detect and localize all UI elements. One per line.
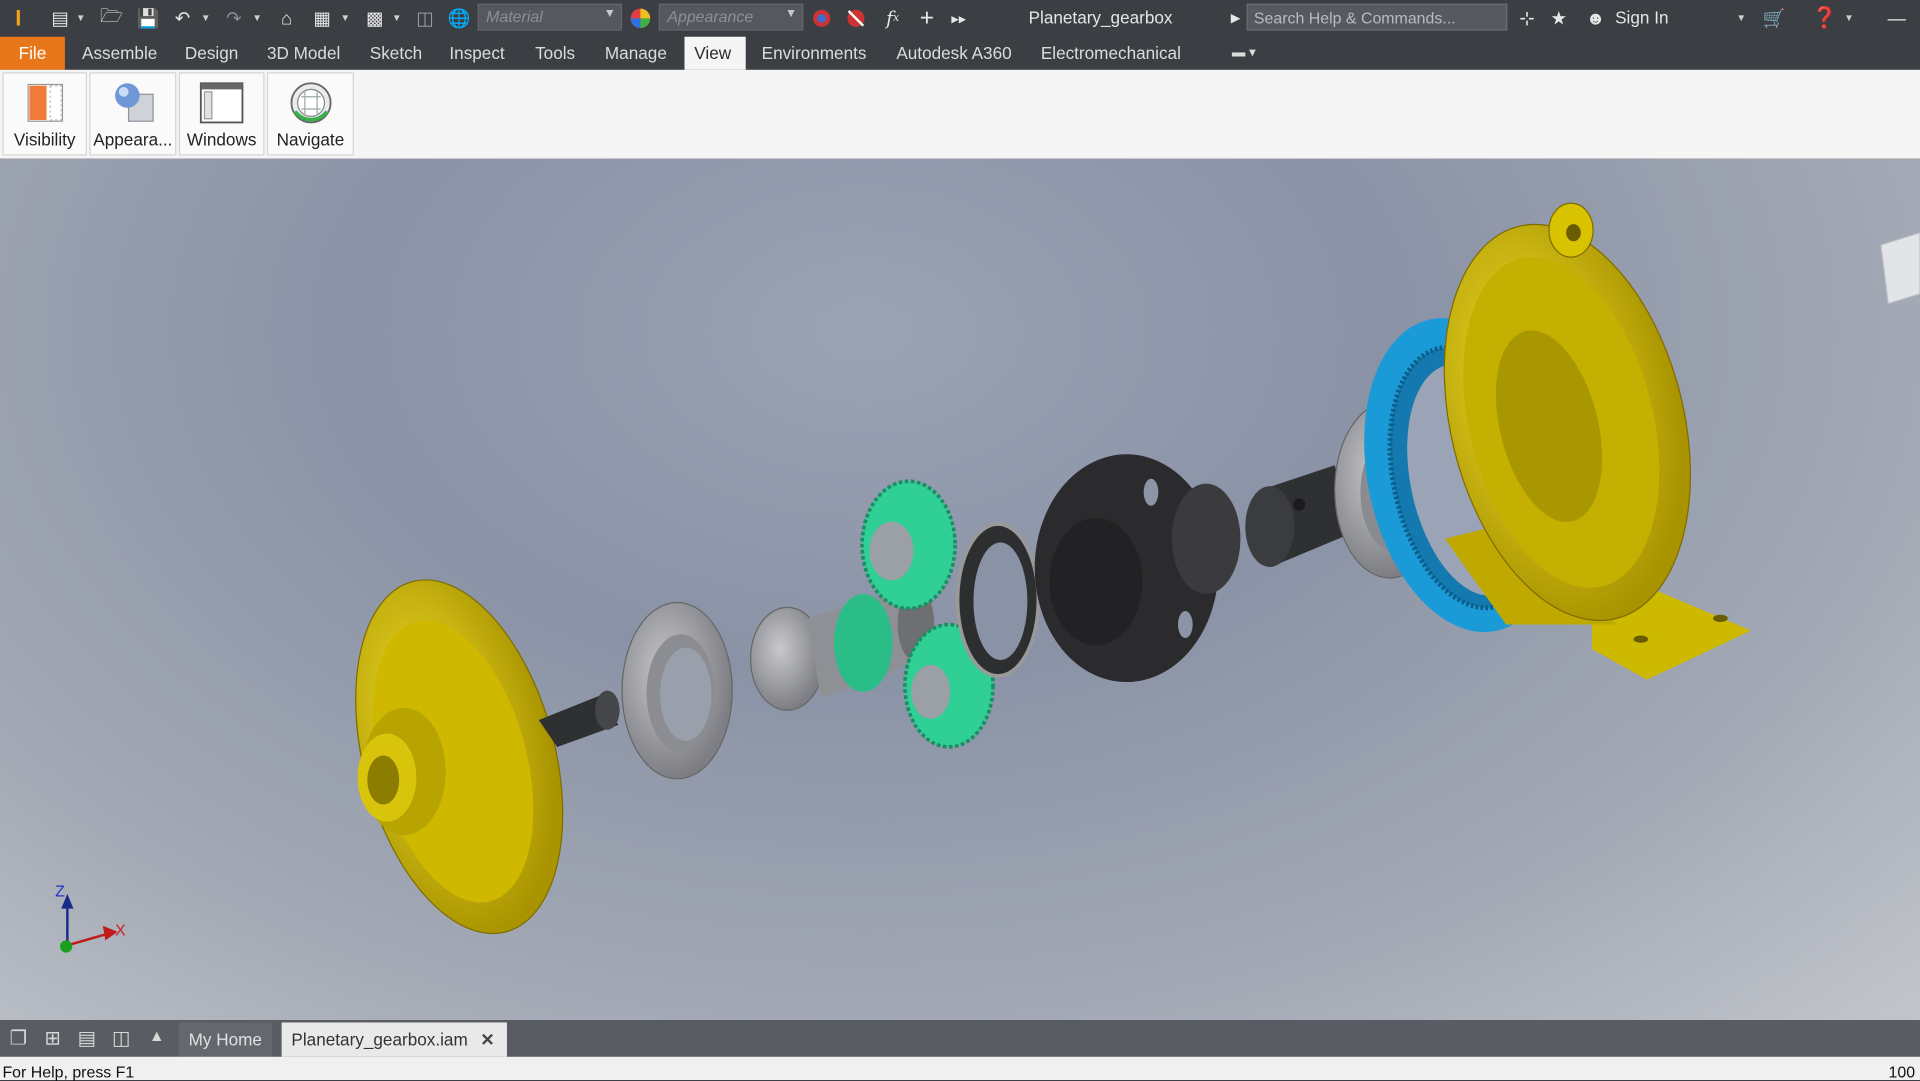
add-icon[interactable]: + [913,4,940,32]
tab-file[interactable]: File [0,36,65,70]
navigate-label: Navigate [276,129,345,150]
appearance-icon [114,83,154,122]
clear-appearance-icon[interactable] [842,5,869,32]
cart-icon[interactable]: 🛒 [1761,5,1788,32]
appearance-label: Appeara... [93,129,173,150]
ribbon-tabs: File Assemble Design 3D Model Sketch Ins… [0,36,1920,70]
home-icon[interactable]: ⌂ [273,5,300,32]
ribbon-panel: Visibility Appeara... Windows Navigate [0,69,1920,160]
help-icon[interactable]: ❓ [1811,5,1838,32]
open-folder-icon[interactable]: 🗁 [98,5,125,32]
tile-vertical-icon[interactable]: ◫ [108,1026,135,1050]
appearance-button[interactable]: Appeara... [89,72,177,156]
project-dropdown-icon[interactable]: ▼ [340,5,350,32]
document-tab-bar: ❐ ⊞ ▤ ◫ ▲ My Home Planetary_gearbox.iam … [0,1020,1920,1057]
status-bar: For Help, press F1 100 [0,1056,1920,1081]
gearbox-model: Z X [55,202,1752,957]
favorites-star-icon[interactable]: ★ [1545,5,1572,32]
adjust-appearance-icon[interactable] [808,5,835,32]
document-title: Planetary_gearbox [1028,7,1173,27]
axis-x-label: X [115,923,126,940]
appearance-combo[interactable]: Appearance ▼ [658,3,804,31]
visibility-button[interactable]: Visibility [2,72,87,156]
material-combo[interactable]: Material ▼ [477,3,623,31]
color-wheel-icon[interactable] [627,5,654,32]
seal-ring-part[interactable] [955,522,1041,678]
status-help-text: For Help, press F1 [2,1062,135,1081]
user-icon[interactable]: ☻ [1582,5,1609,32]
expand-toolbar-icon[interactable]: ▸▸ [945,5,972,32]
tile-windows-icon[interactable]: ⊞ [39,1026,66,1050]
windows-label: Windows [186,129,257,150]
search-input[interactable]: Search Help & Commands... [1246,3,1508,31]
tab-tools[interactable]: Tools [525,37,585,70]
undo-icon[interactable]: ↶ [169,5,196,32]
tile-horizontal-icon[interactable]: ▤ [73,1026,100,1050]
bearing-left-part[interactable] [621,601,733,780]
navigate-icon [289,82,331,124]
tab-autodesk-a360[interactable]: Autodesk A360 [887,37,1022,70]
save-icon[interactable]: 💾 [135,5,162,32]
tab-planetary-gearbox[interactable]: Planetary_gearbox.iam ✕ [281,1022,507,1057]
navigate-button[interactable]: Navigate [266,72,354,156]
sign-in-dropdown-icon[interactable]: ▼ [1736,5,1746,32]
minimize-icon[interactable]: — [1883,5,1910,32]
tab-list-up-icon[interactable]: ▲ [143,1026,170,1050]
carrier-housing-part[interactable] [1034,454,1241,683]
tab-inspect[interactable]: Inspect [440,37,515,70]
undo-dropdown-icon[interactable]: ▼ [201,5,211,32]
redo-icon[interactable]: ↷ [220,5,247,32]
tab-design[interactable]: Design [175,37,248,70]
end-cover-part[interactable] [320,557,598,957]
redo-dropdown-icon[interactable]: ▼ [252,5,262,32]
windows-icon [199,82,244,124]
close-tab-icon[interactable]: ✕ [480,1022,494,1056]
update-icon[interactable]: ◫ [411,5,438,32]
tab-view[interactable]: View [684,36,746,70]
visibility-label: Visibility [13,129,76,150]
parameters-icon[interactable]: fx [879,5,906,32]
title-arrow-icon[interactable]: ▶ [1222,5,1249,32]
doc-tab-label: Planetary_gearbox.iam [291,1029,468,1050]
tab-environments[interactable]: Environments [752,37,876,70]
help-dropdown-icon[interactable]: ▼ [1844,5,1854,32]
sign-in-link[interactable]: Sign In [1615,7,1668,27]
graphics-viewport[interactable]: Z X [0,159,1920,1021]
tab-electromechanical[interactable]: Electromechanical [1031,37,1191,70]
binoculars-icon[interactable]: ⊹ [1513,5,1540,32]
select-dropdown-icon[interactable]: ▼ [392,5,402,32]
axis-triad: Z X [55,883,126,953]
tab-manage[interactable]: Manage [595,37,677,70]
new-file-icon[interactable]: ▤ [47,5,74,32]
new-dropdown-icon[interactable]: ▼ [76,5,86,32]
select-icon[interactable]: ▩ [361,5,388,32]
windows-button[interactable]: Windows [178,72,265,156]
app-logo-icon[interactable]: I [5,5,32,32]
tab-assemble[interactable]: Assemble [72,37,167,70]
cascade-windows-icon[interactable]: ❐ [5,1026,32,1050]
tab-3d-model[interactable]: 3D Model [257,37,350,70]
project-icon[interactable]: ▦ [309,5,336,32]
axis-z-label: Z [55,883,65,900]
inventor-window: I ▤ ▼ 🗁 💾 ↶ ▼ ↷ ▼ ⌂ ▦ ▼ ▩ ▼ ◫ 🌐 Material… [0,0,1920,1081]
viewcube-widget[interactable] [1871,232,1920,306]
status-counter: 100 [1888,1062,1916,1081]
globe-icon[interactable]: 🌐 [446,5,473,32]
tab-sketch[interactable]: Sketch [360,37,432,70]
quick-access-toolbar: I ▤ ▼ 🗁 💾 ↶ ▼ ↷ ▼ ⌂ ▦ ▼ ▩ ▼ ◫ 🌐 Material… [0,0,1920,37]
visibility-icon [26,83,63,122]
ribbon-options-icon[interactable]: ▬ ▾ [1222,37,1266,70]
tab-my-home[interactable]: My Home [178,1022,272,1057]
